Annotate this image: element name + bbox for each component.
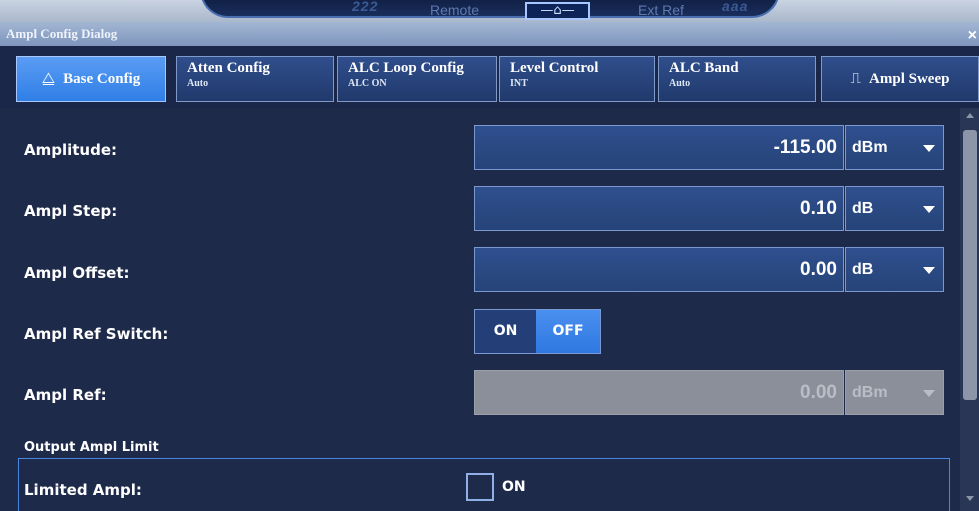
scrollbar-thumb[interactable] [963, 130, 977, 400]
ampl-step-input[interactable]: 0.10 [474, 186, 844, 231]
status-pill [200, 0, 780, 18]
tab-atten-config[interactable]: Atten Config Auto [176, 56, 334, 102]
ampl-ref-switch: ON OFF [474, 309, 601, 354]
limited-ampl-checkbox-label: ON [502, 479, 526, 495]
tab-label: Level Control [510, 60, 599, 76]
status-decoration-left: 222 [352, 0, 379, 14]
limited-ampl-checkbox[interactable] [466, 473, 494, 501]
chevron-down-icon [923, 267, 935, 274]
dialog-title-bar: Ampl Config Dialog × [0, 22, 979, 46]
tab-label: Atten Config [187, 60, 270, 76]
ampl-offset-input[interactable]: 0.00 [474, 247, 844, 292]
tab-label: ALC Band [669, 60, 739, 76]
tab-sublabel: Auto [669, 78, 691, 89]
app-window: 222 Remote —⌂— Ext Ref aaa Ampl Config D… [0, 0, 979, 511]
tab-alc-loop-config[interactable]: ALC Loop Config ALC ON [337, 56, 497, 102]
output-ampl-limit-heading: Output Ampl Limit [24, 440, 159, 455]
ampl-ref-label: Ampl Ref: [24, 386, 107, 404]
tab-sublabel: ALC ON [348, 78, 387, 89]
chevron-down-icon [923, 206, 935, 213]
chevron-down-icon [923, 145, 935, 152]
tab-ampl-sweep[interactable]: ⎍ Ampl Sweep [821, 56, 979, 102]
unit-value: dBm [852, 139, 888, 156]
tab-bar: ⧋ Base Config Atten Config Auto ALC Loop … [0, 46, 979, 108]
status-decoration-right: aaa [722, 0, 749, 14]
dialog-title: Ampl Config Dialog [6, 26, 118, 41]
chevron-down-icon [923, 390, 935, 397]
close-icon[interactable]: × [968, 27, 977, 45]
tab-base-config[interactable]: ⧋ Base Config [16, 56, 166, 102]
ext-ref-indicator: Ext Ref [638, 2, 684, 18]
amplitude-input[interactable]: -115.00 [474, 125, 844, 170]
unit-value: dB [852, 200, 874, 217]
status-bar: 222 Remote —⌂— Ext Ref aaa [0, 0, 979, 22]
scroll-down-icon[interactable] [966, 496, 974, 501]
ampl-ref-input: 0.00 [474, 370, 844, 415]
home-icon: —⌂— [540, 3, 575, 18]
tab-level-control[interactable]: Level Control INT [499, 56, 655, 102]
amplitude-unit-select[interactable]: dBm [845, 125, 944, 170]
unit-value: dBm [852, 384, 888, 401]
home-button[interactable]: —⌂— [525, 2, 590, 20]
tab-sublabel: INT [510, 78, 528, 89]
ampl-step-label: Ampl Step: [24, 202, 118, 220]
ampl-ref-off-button[interactable]: OFF [536, 310, 600, 353]
tab-label: Base Config [63, 71, 141, 87]
limited-ampl-label: Limited Ampl: [24, 481, 142, 499]
ampl-ref-unit-select: dBm [845, 370, 944, 415]
remote-indicator: Remote [430, 2, 480, 18]
tab-label: Ampl Sweep [869, 71, 950, 87]
ampl-offset-label: Ampl Offset: [24, 264, 130, 282]
scroll-up-icon[interactable] [966, 113, 974, 118]
unit-value: dB [852, 261, 874, 278]
tab-sublabel: Auto [187, 78, 209, 89]
sweep-icon: ⎍ [850, 71, 862, 87]
ampl-offset-unit-select[interactable]: dB [845, 247, 944, 292]
ampl-ref-switch-label: Ampl Ref Switch: [24, 325, 169, 343]
ampl-ref-on-button[interactable]: ON [475, 310, 536, 353]
tab-alc-band[interactable]: ALC Band Auto [658, 56, 816, 102]
amplitude-label: Amplitude: [24, 141, 118, 159]
tab-label: ALC Loop Config [348, 60, 464, 76]
triangle-icon: ⧋ [41, 71, 56, 87]
ampl-step-unit-select[interactable]: dB [845, 186, 944, 231]
